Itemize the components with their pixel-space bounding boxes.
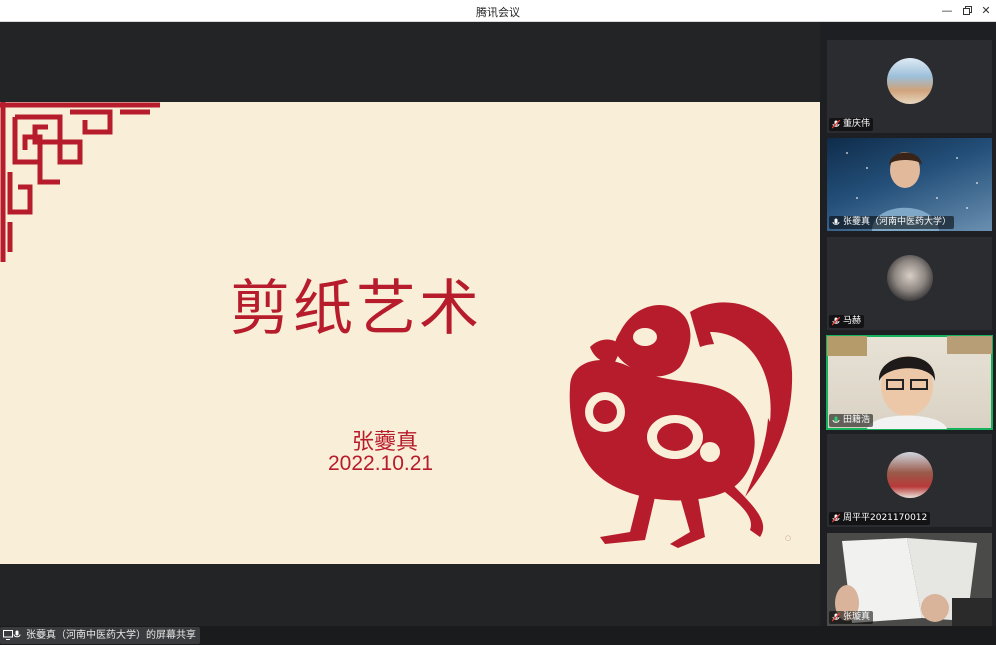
participant-tile[interactable]: 董庆伟 [827,40,992,133]
share-status-text: 张虁真（河南中医药大学）的屏幕共享 [26,630,196,641]
avatar [887,452,933,498]
participant-tile[interactable]: 张璇真 [827,533,992,626]
microphone-icon [13,630,21,638]
corner-pattern [0,102,160,262]
close-icon: ✕ [981,4,991,17]
title-bar: 腾讯会议 — ✕ [0,0,996,22]
screen-share-icon [3,630,13,640]
mic-muted-icon [832,120,840,129]
window-title: 腾讯会议 [476,6,520,19]
mic-muted-icon [832,317,840,326]
participant-name-label: 董庆伟 [829,118,874,131]
participant-tile[interactable]: 周平平2021170012 [827,434,992,527]
participant-sidebar: 董庆伟 张虁真（河南中医药大学） 马赫 田籍浩 周平平2021170012 张璇… [820,22,996,626]
mic-muted-icon [832,514,840,523]
avatar [887,58,933,104]
shared-screen-area: 剪纸艺术 张虁真 2022.10.21 ○ [0,22,820,626]
participant-name-label: 周平平2021170012 [829,512,931,525]
participant-name-label: 张璇真 [829,611,874,624]
participant-name-label: 张虁真（河南中医药大学） [829,216,955,229]
presentation-slide: 剪纸艺术 张虁真 2022.10.21 ○ [0,102,820,564]
restore-button[interactable] [958,2,976,20]
slide-page-marker: ○ [785,534,792,542]
participant-tile[interactable]: 田籍浩 [826,335,993,430]
microphone-icon [832,416,840,423]
participant-name-label: 马赫 [829,315,865,328]
participant-tile[interactable]: 马赫 [827,237,992,330]
status-bar: 张虁真（河南中医药大学）的屏幕共享 [0,626,996,645]
microphone-icon [832,218,840,225]
restore-icon [962,6,972,15]
rooster-papercut-image [569,302,793,548]
mic-muted-icon [832,613,840,622]
minimize-icon: — [941,4,953,17]
minimize-button[interactable]: — [938,2,956,20]
close-button[interactable]: ✕ [977,2,995,20]
slide-date: 2022.10.21 [328,452,434,475]
screen-share-indicator[interactable]: 张虁真（河南中医药大学）的屏幕共享 [0,627,200,644]
avatar [887,255,933,301]
slide-title: 剪纸艺术 [230,274,482,344]
participant-name-label: 田籍浩 [829,414,874,427]
participant-tile[interactable]: 张虁真（河南中医药大学） [827,138,992,231]
